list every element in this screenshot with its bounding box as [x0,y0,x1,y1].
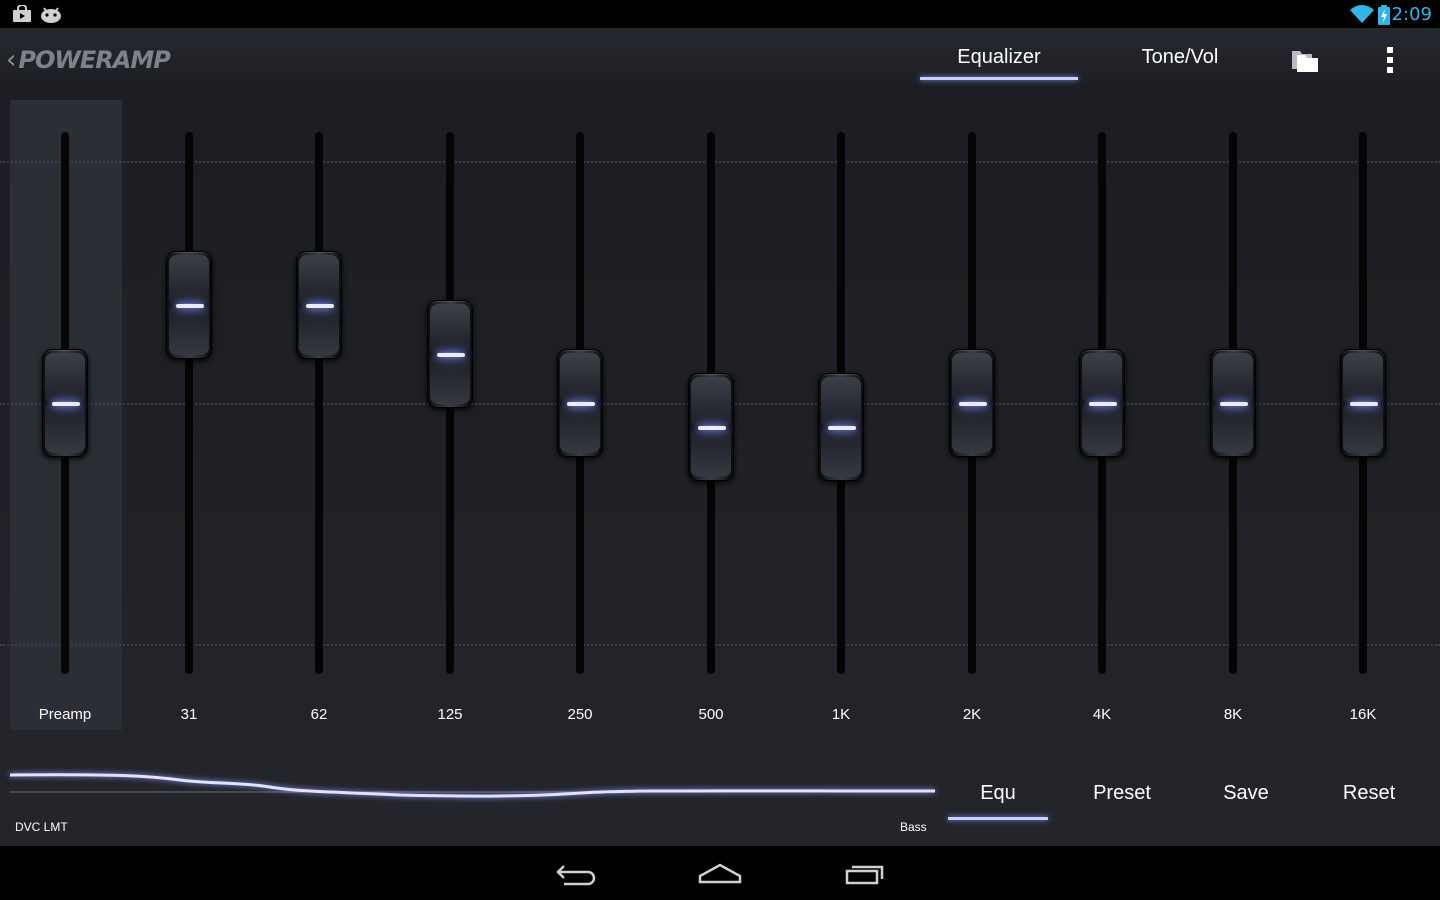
band-label: 8K [1223,706,1243,723]
tab-equ[interactable]: Equ [948,782,1048,820]
slider-knob[interactable] [296,251,342,360]
wifi-icon [1350,5,1374,28]
bass-label: Bass [900,820,927,834]
tab-active-indicator [948,817,1048,820]
band-label: 500 [698,706,724,723]
slider-preamp[interactable] [25,132,105,674]
save-button[interactable]: Save [1196,782,1296,810]
slider-band-31[interactable] [149,132,229,674]
band-label: 2K [962,706,982,723]
slider-band-500[interactable] [671,132,751,674]
slider-track [185,132,193,674]
app-logo: Poweramp [18,46,170,74]
knob-indicator [437,353,465,358]
tab-tone-vol[interactable]: Tone/Vol [1100,46,1260,78]
slider-band-1k[interactable] [801,132,881,674]
folder-icon [1290,47,1320,78]
slider-band-2k[interactable] [932,132,1012,674]
bottom-panel: DVC LMT Bass Equ Preset Save Reset [0,754,1440,846]
navigation-bar [0,846,1440,900]
slider-band-250[interactable] [540,132,620,674]
preset-button[interactable]: Preset [1072,782,1172,810]
band-label: 16K [1349,706,1377,723]
reset-button[interactable]: Reset [1319,782,1419,810]
tab-equalizer-label: Equalizer [957,46,1041,68]
knob-indicator [567,402,595,406]
slider-track [315,132,323,674]
overflow-menu-icon [1386,46,1394,79]
status-time: 2:09 [1391,4,1432,25]
slider-knob[interactable] [427,300,473,409]
chevron-left-icon: ‹ [6,45,17,75]
tab-equ-label: Equ [980,782,1016,804]
dvc-limit-label: DVC LMT [15,820,68,834]
back-icon [546,865,606,894]
tab-tone-vol-label: Tone/Vol [1141,46,1219,68]
knob-indicator [1350,402,1378,406]
knob-indicator [1220,402,1248,406]
slider-band-8k[interactable] [1193,132,1273,674]
home-button[interactable] [690,856,750,890]
knob-indicator [306,304,334,309]
status-bar: 2:09 [0,0,1440,28]
slider-knob[interactable] [1210,349,1256,457]
knob-indicator [959,402,987,406]
app-logo-back[interactable]: ‹ Poweramp [6,40,171,80]
band-label-preamp: Preamp [38,706,92,723]
band-label: 62 [310,706,328,723]
shopping-bag-icon [12,4,32,28]
app-bar: ‹ Poweramp Equalizer Tone/Vol [0,28,1440,94]
recent-apps-button[interactable] [834,856,894,890]
reset-label: Reset [1342,782,1396,804]
overflow-menu-button[interactable] [1370,42,1410,82]
slider-band-16k[interactable] [1323,132,1403,674]
slider-knob[interactable] [688,373,734,482]
recent-apps-icon [834,865,894,894]
slider-knob[interactable] [949,349,995,457]
save-label: Save [1223,782,1269,804]
preset-label: Preset [1093,782,1151,804]
knob-indicator [828,426,856,431]
band-label: 250 [567,706,593,723]
slider-knob[interactable] [557,349,603,457]
equalizer-panel: Preamp 31 62 125 250 500 1K 2K 4K 8K 16K [0,94,1440,754]
slider-band-125[interactable] [410,132,490,674]
slider-knob[interactable] [42,349,88,457]
home-icon [690,863,750,894]
android-icon [40,5,62,28]
folder-button[interactable] [1285,42,1325,82]
knob-indicator [698,426,726,431]
band-label: 4K [1092,706,1112,723]
eq-curve [9,773,936,798]
slider-knob[interactable] [166,251,212,360]
band-label: 31 [180,706,198,723]
band-label: 125 [437,706,463,723]
knob-indicator [176,304,204,309]
battery-charging-icon [1378,5,1390,30]
tab-active-indicator [920,77,1078,80]
tab-equalizer[interactable]: Equalizer [920,46,1078,80]
slider-knob[interactable] [1079,349,1125,457]
knob-indicator [1089,402,1117,406]
slider-knob[interactable] [1340,349,1386,457]
band-label: 1K [831,706,851,723]
back-button[interactable] [546,856,606,890]
slider-knob[interactable] [818,373,864,482]
slider-band-4k[interactable] [1062,132,1142,674]
knob-indicator [52,402,80,406]
slider-band-62[interactable] [279,132,359,674]
